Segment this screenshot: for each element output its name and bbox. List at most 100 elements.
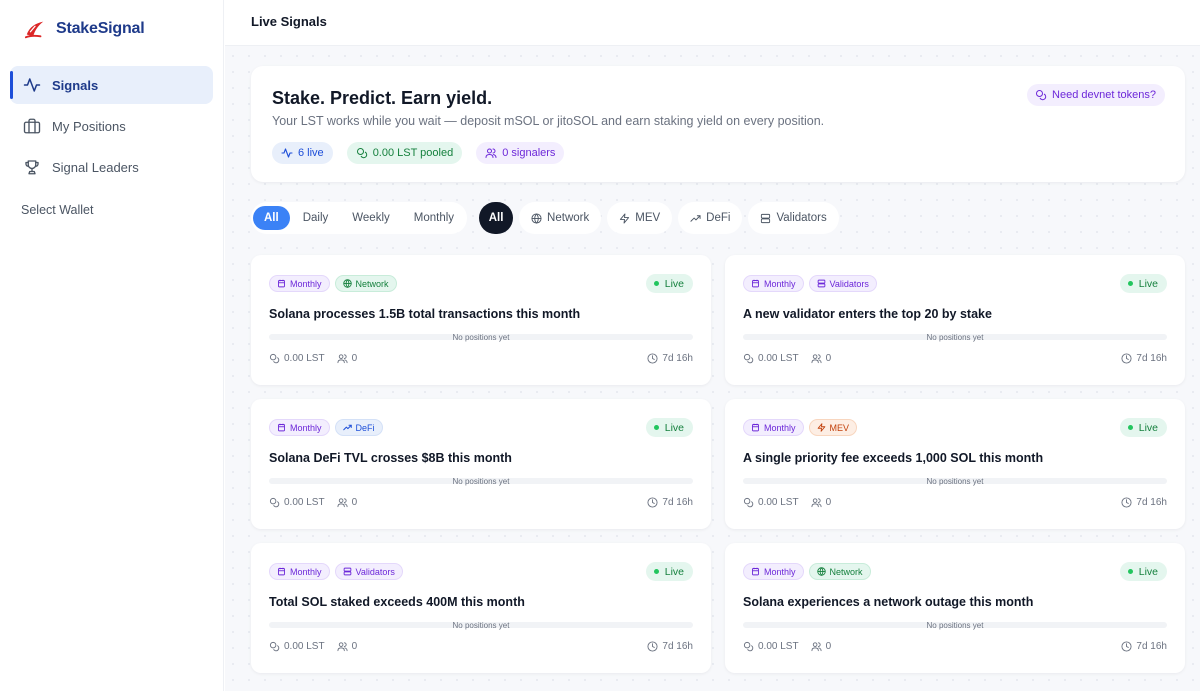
status-badge: Live [1119, 274, 1167, 293]
select-wallet-button[interactable]: Select Wallet [21, 203, 93, 217]
trending-up-icon [690, 213, 701, 224]
server-icon [760, 213, 771, 224]
category-mev-button[interactable]: MEV [607, 202, 673, 234]
period-all-button[interactable]: All [253, 206, 290, 230]
period-tag: Monthly [743, 419, 804, 436]
card-tags: Monthly Network [269, 275, 397, 292]
period-weekly-button[interactable]: Weekly [341, 206, 401, 230]
brand-name: StakeSignal [56, 20, 145, 37]
category-validators-button[interactable]: Validators [748, 202, 839, 234]
signalers-badge: 0 signalers [476, 142, 565, 164]
time-remaining-value: 7d 16h [662, 641, 693, 652]
live-count-badge: 6 live [272, 142, 333, 164]
category-tag-label: Validators [355, 566, 395, 577]
category-label: DeFi [706, 212, 731, 224]
time-remaining: 7d 16h [647, 353, 693, 364]
zap-icon [619, 212, 630, 224]
topbar: Live Signals [225, 0, 1200, 46]
status-badge: Live [1119, 418, 1167, 437]
coins-icon [743, 353, 754, 364]
period-tag-label: Monthly [290, 278, 322, 289]
period-tag-label: Monthly [290, 566, 322, 577]
status-badge: Live [645, 562, 693, 581]
devnet-tokens-button[interactable]: Need devnet tokens? [1027, 84, 1165, 106]
category-tag-label: Validators [829, 278, 869, 289]
status-badge: Live [1119, 562, 1167, 581]
category-tag-label: Network [829, 566, 863, 577]
signal-card[interactable]: Monthly Validators Live A new validator … [725, 255, 1185, 385]
period-tag-label: Monthly [764, 566, 796, 577]
period-daily-button[interactable]: Daily [292, 206, 340, 230]
sidebar-item-signals[interactable]: Signals [10, 66, 213, 104]
card-title: Solana experiences a network outage this… [743, 595, 1034, 609]
pool-amount-value: 0.00 LST [284, 497, 325, 508]
coins-icon [743, 641, 754, 652]
calendar-icon [277, 567, 286, 576]
category-all-button[interactable]: All [479, 202, 514, 234]
category-tag-label: DeFi [355, 422, 375, 433]
globe-icon [816, 567, 826, 576]
users-icon [337, 353, 348, 364]
status-badge: Live [645, 274, 693, 293]
category-network-button[interactable]: Network [519, 202, 602, 234]
signal-card[interactable]: Monthly Validators Live Total SOL staked… [251, 543, 711, 673]
sidebar-nav: Signals My Positions Signal Leaders [10, 66, 213, 189]
period-tag-label: Monthly [290, 422, 322, 433]
server-icon [343, 567, 352, 576]
signal-card[interactable]: Monthly Network Live Solana experiences … [725, 543, 1185, 673]
category-tag: Validators [334, 563, 403, 580]
calendar-icon [277, 423, 286, 432]
period-tag: Monthly [743, 275, 804, 292]
time-remaining: 7d 16h [647, 497, 693, 508]
brand[interactable]: StakeSignal [24, 18, 145, 40]
pool-amount: 0.00 LST [743, 353, 799, 364]
card-tags: Monthly DeFi [269, 419, 383, 436]
position-bar-label: No positions yet [452, 477, 510, 486]
signalers-count: 0 [337, 497, 358, 508]
period-monthly-button[interactable]: Monthly [403, 206, 465, 230]
signal-card[interactable]: Monthly Network Live Solana processes 1.… [251, 255, 711, 385]
status-label: Live [1138, 421, 1158, 434]
signal-card[interactable]: Monthly DeFi Live Solana DeFi TVL crosse… [251, 399, 711, 529]
devnet-tokens-label: Need devnet tokens? [1052, 89, 1156, 101]
pool-amount-value: 0.00 LST [284, 353, 325, 364]
hero-card: Stake. Predict. Earn yield. Your LST wor… [251, 66, 1185, 182]
sidebar-item-label: My Positions [52, 118, 126, 134]
sidebar-item-signal-leaders[interactable]: Signal Leaders [10, 148, 213, 186]
briefcase-icon [22, 116, 42, 136]
signalers-count-value: 0 [351, 497, 358, 508]
card-title: Solana DeFi TVL crosses $8B this month [269, 451, 512, 465]
trending-up-icon [342, 423, 352, 432]
time-remaining-value: 7d 16h [662, 497, 693, 508]
signalers-count-value: 0 [825, 353, 832, 364]
live-count-label: 6 live [298, 147, 324, 159]
category-tag: DeFi [334, 419, 383, 436]
category-tag: Network [334, 275, 397, 292]
live-dot-icon [1127, 569, 1133, 574]
period-tag: Monthly [269, 275, 330, 292]
period-tag-label: Monthly [764, 422, 796, 433]
coins-icon [743, 497, 754, 508]
coins-icon [1035, 89, 1047, 101]
category-tag-label: Network [355, 278, 389, 289]
period-tag: Monthly [269, 419, 330, 436]
time-remaining-value: 7d 16h [1136, 353, 1167, 364]
hero-title: Stake. Predict. Earn yield. [272, 88, 493, 108]
status-label: Live [664, 277, 684, 290]
signal-card[interactable]: Monthly MEV Live A single priority fee e… [725, 399, 1185, 529]
time-remaining: 7d 16h [1121, 497, 1167, 508]
clock-icon [647, 353, 658, 364]
card-meta: 0.00 LST 0 7d 16h [743, 353, 1167, 364]
calendar-icon [751, 279, 760, 288]
category-tag-label: MEV [829, 422, 850, 433]
clock-icon [1121, 353, 1132, 364]
card-meta: 0.00 LST 0 7d 16h [269, 353, 693, 364]
category-tag: MEV [808, 419, 858, 436]
position-bar-label: No positions yet [926, 333, 984, 342]
sidebar-item-my-positions[interactable]: My Positions [10, 107, 213, 145]
pool-amount: 0.00 LST [269, 497, 325, 508]
signalers-count-value: 0 [351, 641, 358, 652]
time-remaining: 7d 16h [1121, 353, 1167, 364]
category-defi-button[interactable]: DeFi [678, 202, 743, 234]
users-icon [811, 353, 822, 364]
